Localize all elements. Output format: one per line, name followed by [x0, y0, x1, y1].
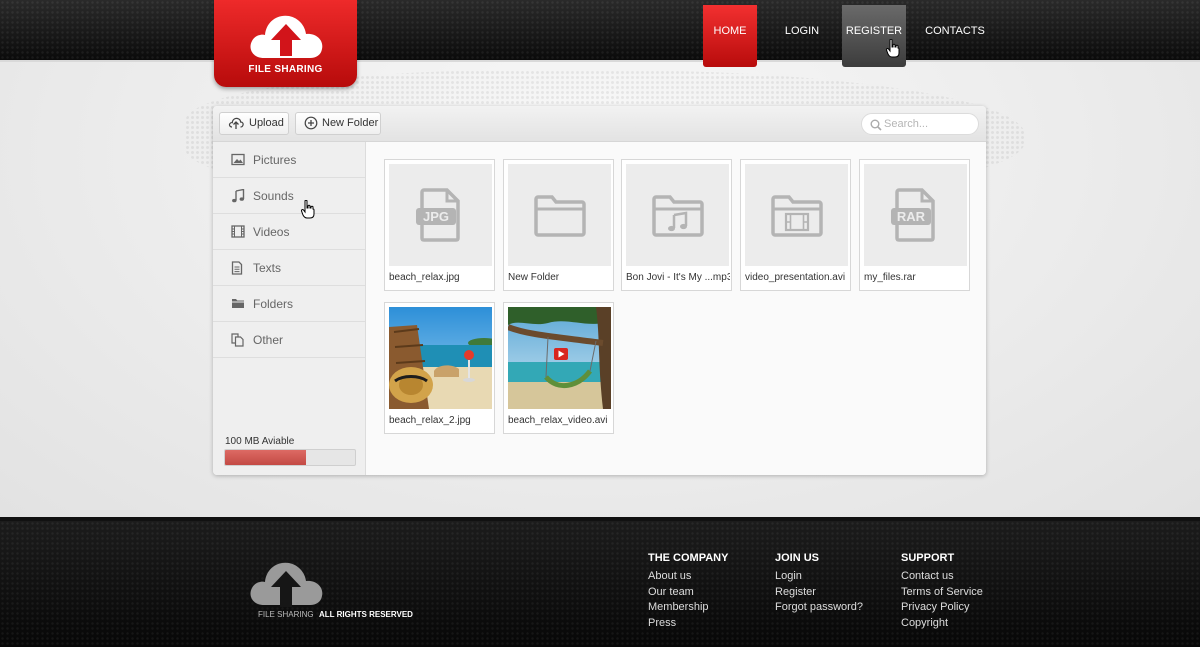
storage-label: 100 MB Aviable [225, 436, 295, 447]
file-name: Bon Jovi - It's My ...mp3 [626, 272, 730, 283]
footer-column-support: SUPPORT Contact us Terms of Service Priv… [901, 552, 983, 631]
footer-column-title: JOIN US [775, 552, 820, 564]
file-name: my_files.rar [864, 272, 916, 283]
sidebar-item-videos[interactable]: Videos [213, 214, 365, 250]
file-name: beach_relax.jpg [389, 272, 460, 283]
file-thumbnail [745, 164, 848, 266]
sidebar-item-label: Other [253, 333, 284, 347]
file-item[interactable]: JPG beach_relax.jpg [384, 159, 495, 291]
file-thumbnail [508, 307, 611, 409]
file-name: New Folder [508, 272, 560, 283]
footer-link-terms[interactable]: Terms of Service [901, 585, 983, 601]
search-icon [870, 119, 882, 131]
file-item[interactable]: Bon Jovi - It's My ...mp3 [621, 159, 732, 291]
sidebar-item-other[interactable]: Other [213, 322, 365, 358]
plus-circle-icon [304, 116, 318, 130]
file-item[interactable]: beach_relax_2.jpg [384, 302, 495, 434]
footer-link-privacy[interactable]: Privacy Policy [901, 600, 983, 616]
cloud-upload-icon [250, 15, 323, 58]
sidebar-item-label: Folders [253, 297, 294, 311]
file-name: video_presentation.avi [745, 272, 846, 283]
music-folder-icon [652, 195, 704, 237]
file-item[interactable]: beach_relax_video.avi [503, 302, 614, 434]
folder-icon [534, 195, 586, 237]
file-thumbnail [626, 164, 729, 266]
footer-link-about-us[interactable]: About us [648, 569, 728, 585]
rar-file-icon: RAR [891, 188, 935, 242]
cloud-upload-icon [228, 117, 244, 129]
hammock-video-thumbnail [508, 307, 611, 409]
sidebar-item-texts[interactable]: Texts [213, 250, 365, 286]
rar-icon-label: RAR [897, 209, 926, 224]
search-box [861, 113, 979, 135]
footer-column-company: THE COMPANY About us Our team Membership… [648, 552, 728, 631]
file-thumbnail [508, 164, 611, 266]
logo-text: FILE SHARING [248, 64, 323, 75]
footer-rights: ALL RIGHTS RESERVED [319, 610, 413, 619]
video-folder-icon [771, 195, 823, 237]
file-manager-panel: Upload New Folder Pictures [213, 106, 986, 475]
document-icon [231, 261, 243, 275]
footer-link-contact-us[interactable]: Contact us [901, 569, 983, 585]
hand-cursor-icon [301, 200, 315, 219]
copy-files-icon [231, 333, 244, 347]
jpg-icon-label: JPG [423, 209, 449, 224]
top-bar [0, 0, 1200, 62]
new-folder-button[interactable]: New Folder [295, 112, 381, 135]
footer-link-press[interactable]: Press [648, 616, 728, 632]
file-thumbnail: JPG [389, 164, 492, 266]
footer-logo-text: FILE SHARING [258, 610, 314, 619]
nav-login[interactable]: LOGIN [777, 5, 827, 67]
sidebar: Pictures Sounds Videos Texts Folders Oth… [213, 142, 366, 475]
sidebar-item-sounds[interactable]: Sounds [213, 178, 365, 214]
sidebar-item-folders[interactable]: Folders [213, 286, 365, 322]
file-item[interactable]: RAR my_files.rar [859, 159, 970, 291]
sidebar-item-label: Pictures [253, 153, 297, 167]
footer-link-register[interactable]: Register [775, 585, 863, 601]
sidebar-item-label: Sounds [253, 189, 294, 203]
nav-contacts[interactable]: CONTACTS [925, 5, 985, 67]
sidebar-item-label: Texts [253, 261, 282, 275]
file-item[interactable]: video_presentation.avi [740, 159, 851, 291]
upload-label: Upload [249, 117, 284, 129]
film-icon [231, 225, 245, 238]
new-folder-label: New Folder [322, 117, 379, 129]
file-thumbnail: RAR [864, 164, 967, 266]
footer-column-title: THE COMPANY [648, 552, 729, 564]
storage-progress-fill [225, 450, 306, 465]
file-name: beach_relax_2.jpg [389, 415, 471, 426]
file-thumbnail [389, 307, 492, 409]
jpg-file-icon: JPG [416, 188, 460, 242]
image-icon [231, 153, 245, 166]
sidebar-item-label: Videos [253, 225, 290, 239]
footer-column-title: SUPPORT [901, 552, 955, 564]
upload-button[interactable]: Upload [219, 112, 289, 135]
file-grid: JPG beach_relax.jpg New Folder Bon Jovi … [366, 142, 986, 475]
folder-icon [232, 299, 244, 308]
logo[interactable]: FILE SHARING [214, 0, 357, 87]
footer-link-membership[interactable]: Membership [648, 600, 728, 616]
storage-progress-bar [224, 449, 356, 466]
sidebar-item-pictures[interactable]: Pictures [213, 142, 365, 178]
music-note-icon [232, 189, 245, 203]
file-name: beach_relax_video.avi [508, 415, 608, 426]
cloud-upload-icon [250, 562, 323, 607]
footer-link-login[interactable]: Login [775, 569, 863, 585]
footer-column-join: JOIN US Login Register Forgot password? [775, 552, 863, 616]
footer-link-forgot-password[interactable]: Forgot password? [775, 600, 863, 616]
toolbar: Upload New Folder [213, 106, 986, 142]
beach-photo-thumbnail [389, 307, 492, 409]
footer: FILE SHARING ALL RIGHTS RESERVED THE COM… [0, 517, 1200, 647]
file-item[interactable]: New Folder [503, 159, 614, 291]
search-input[interactable] [884, 116, 974, 132]
nav-home[interactable]: HOME [703, 5, 757, 67]
hand-cursor-icon [886, 39, 900, 58]
footer-link-our-team[interactable]: Our team [648, 585, 728, 601]
footer-link-copyright[interactable]: Copyright [901, 616, 983, 632]
